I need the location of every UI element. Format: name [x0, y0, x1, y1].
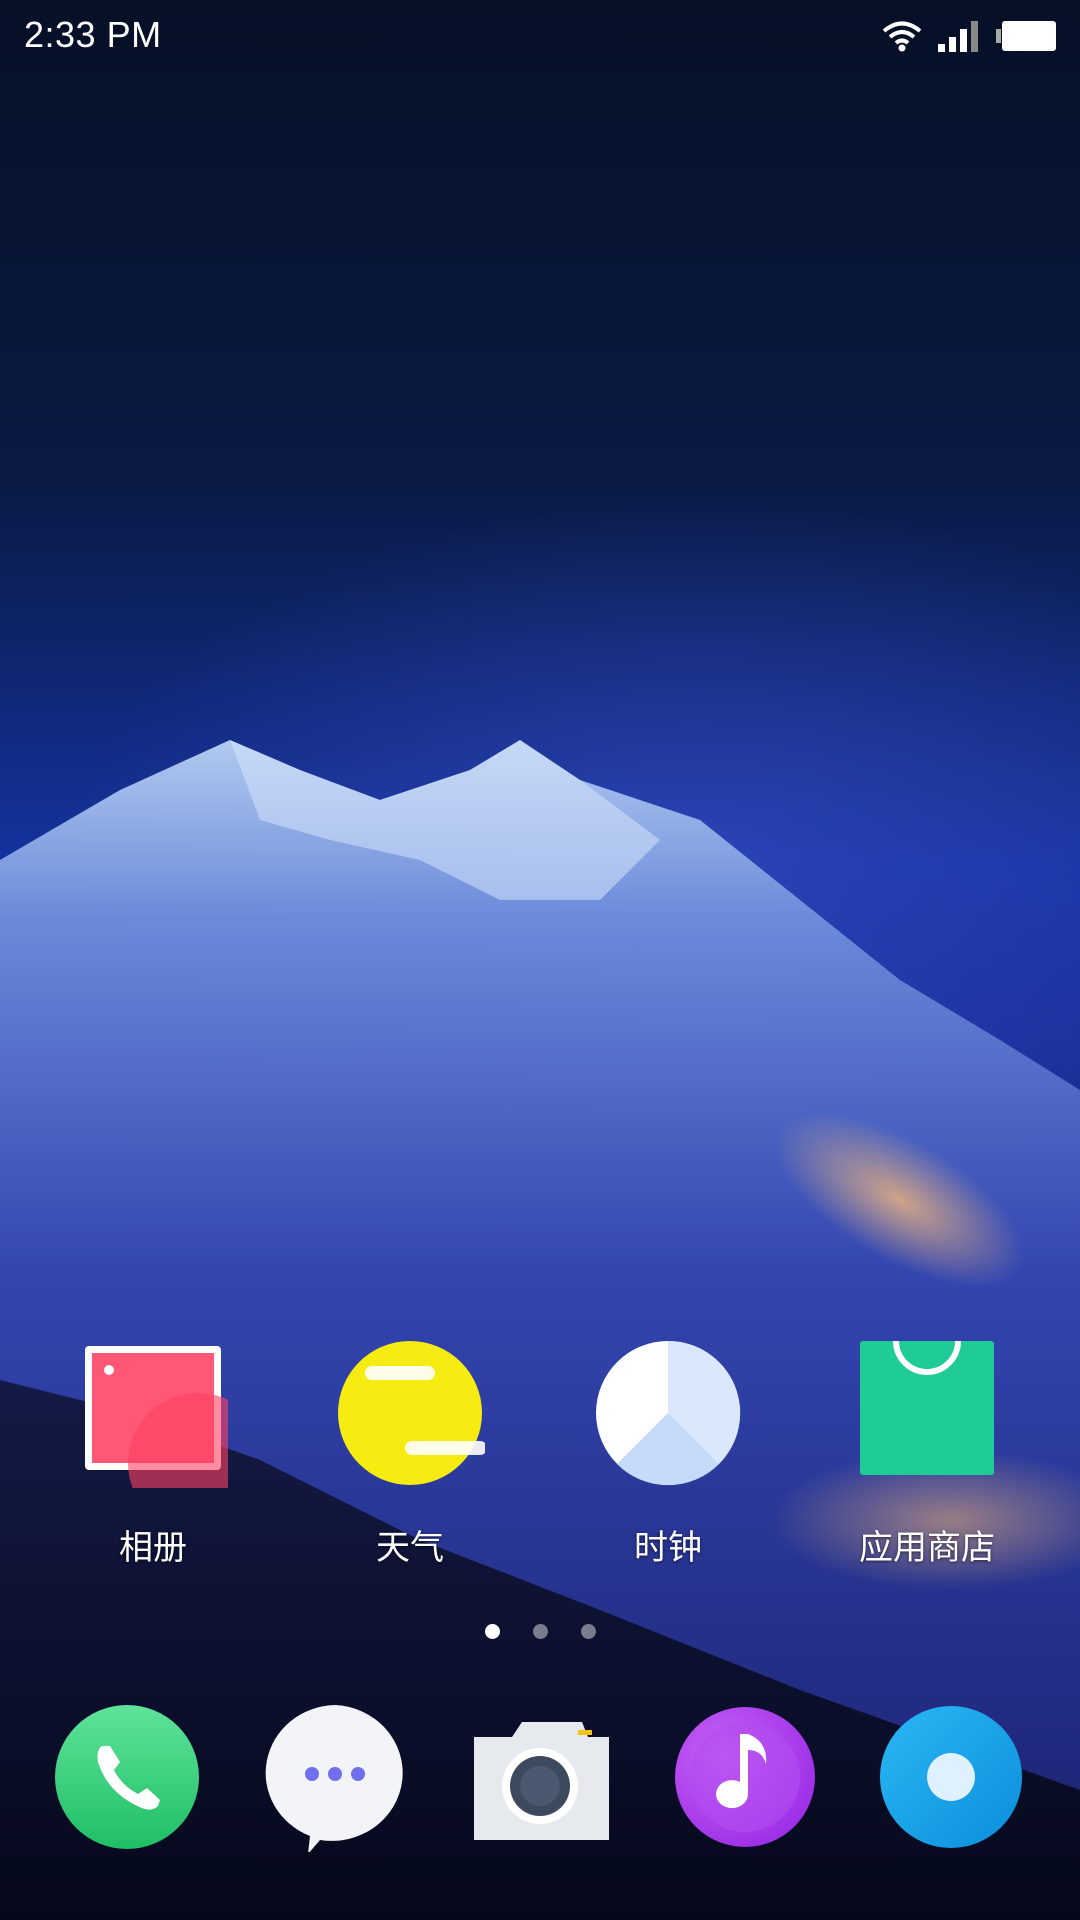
- phone-icon: [55, 1705, 199, 1849]
- battery-icon: [996, 21, 1056, 51]
- page-indicator[interactable]: [0, 1624, 1080, 1639]
- dock-browser[interactable]: [876, 1702, 1026, 1852]
- app-gallery-label: 相册: [119, 1528, 187, 1568]
- status-bar: 2:33 PM: [0, 0, 1080, 72]
- page-dot-2[interactable]: [532, 1624, 548, 1639]
- app-gallery[interactable]: 相册: [48, 1338, 268, 1569]
- app-store-icon: [852, 1338, 1002, 1488]
- messages-icon: [265, 1705, 403, 1854]
- gallery-icon: [78, 1338, 268, 1533]
- app-store-label: 应用商店: [859, 1528, 995, 1568]
- app-clock[interactable]: 时钟: [563, 1338, 773, 1569]
- dock-messages[interactable]: [260, 1702, 410, 1854]
- music-icon: [675, 1707, 815, 1847]
- dock-phone[interactable]: [52, 1702, 202, 1852]
- wifi-icon: [882, 21, 922, 52]
- app-weather[interactable]: 天气: [305, 1338, 515, 1569]
- dock-camera[interactable]: [464, 1702, 614, 1852]
- app-store[interactable]: 应用商店: [822, 1338, 1032, 1569]
- camera-icon: [474, 1722, 609, 1840]
- app-weather-label: 天气: [376, 1528, 444, 1568]
- browser-icon: [880, 1706, 1022, 1848]
- page-dot-3[interactable]: [580, 1624, 596, 1639]
- page-dot-1[interactable]: [484, 1624, 500, 1639]
- dock-music[interactable]: [670, 1702, 820, 1852]
- clock-icon: [593, 1338, 743, 1488]
- weather-icon: [335, 1338, 487, 1488]
- signal-icon: [938, 21, 978, 52]
- status-time: 2:33 PM: [24, 14, 162, 55]
- app-clock-label: 时钟: [634, 1528, 702, 1568]
